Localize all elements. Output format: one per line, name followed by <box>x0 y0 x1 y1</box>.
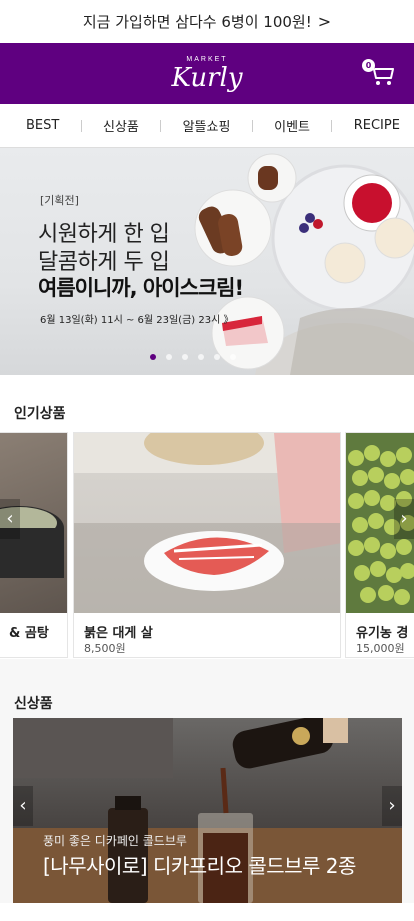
carousel-prev-button[interactable]: ‹ <box>13 786 33 826</box>
section-divider <box>0 659 414 693</box>
product-image <box>74 433 340 613</box>
new-products-title: 신상품 <box>14 696 53 712</box>
cart-button[interactable]: 0 <box>362 59 396 87</box>
nav-divider <box>251 119 253 132</box>
carousel-dot[interactable] <box>150 354 156 360</box>
banner-title: [나무사이로] 디카프리오 콜드브루 2종 <box>43 854 356 878</box>
chevron-right-icon: › <box>388 795 396 816</box>
carousel-dot[interactable] <box>166 354 172 360</box>
main-nav: BEST 신상품 알뜰쇼핑 이벤트 RECIPE <box>0 104 414 148</box>
carousel-dot[interactable] <box>214 354 220 360</box>
crab-meat-illustration <box>74 433 340 613</box>
product-name: 유기농 경 <box>356 626 409 641</box>
product-name: 붉은 대게 살 <box>84 626 153 641</box>
app-header: MARKET Kurly 0 <box>0 43 414 104</box>
nav-event[interactable]: 이벤트 <box>274 116 310 135</box>
nav-recipe[interactable]: RECIPE <box>354 118 400 133</box>
product-card[interactable]: & 곰탕 <box>0 432 68 658</box>
carousel-dot[interactable] <box>230 354 236 360</box>
nav-sale[interactable]: 알뜰쇼핑 <box>183 116 231 135</box>
chevron-left-icon: ‹ <box>19 795 27 816</box>
carousel-next-button[interactable]: › <box>382 786 402 826</box>
nav-divider <box>160 119 162 132</box>
promo-bar[interactable]: 지금 가입하면 삼다수 6병이 100원! > <box>0 0 414 43</box>
popular-title: 인기상품 <box>14 406 66 422</box>
carousel-dots[interactable] <box>150 354 236 360</box>
new-product-banner[interactable]: 풍미 좋은 디카페인 콜드브루 [나무사이로] 디카프리오 콜드브루 2종 <box>13 718 402 903</box>
promo-text: 지금 가입하면 삼다수 6병이 100원! <box>82 13 312 31</box>
cart-count-badge: 0 <box>362 59 375 72</box>
hero-tag: [기획전] <box>40 194 79 207</box>
chevron-left-icon: ‹ <box>6 508 14 529</box>
chevron-right-icon: > <box>317 12 332 31</box>
new-products-section: 신상품 풍미 좋은 디카페인 콜드브루 [나무사이로] 디카프리오 콜드브루 2… <box>0 693 414 903</box>
nav-divider <box>80 119 82 132</box>
kurly-logo[interactable]: MARKET Kurly <box>171 56 242 91</box>
carousel-dot[interactable] <box>182 354 188 360</box>
product-price: 8,500원 <box>84 642 126 655</box>
hero-date: 6월 13일(화) 11시 ~ 6월 23일(금) 23시 》 <box>40 315 234 326</box>
product-price: 15,000원 <box>356 642 405 655</box>
carousel-prev-button[interactable]: ‹ <box>0 499 20 539</box>
banner-subtitle: 풍미 좋은 디카페인 콜드브루 <box>43 834 187 848</box>
hero-headline: 여름이니까, 아이스크림! <box>38 276 244 300</box>
nav-new[interactable]: 신상품 <box>103 116 139 135</box>
product-card[interactable]: 붉은 대게 살 8,500원 <box>73 432 341 658</box>
product-card[interactable]: 유기농 경 15,000원 <box>345 432 414 658</box>
logo-title: Kurly <box>171 63 243 93</box>
popular-section: 인기상품 & 곰탕 붉은 대게 살 8,500원 유기농 경 15,000원 ‹… <box>0 375 414 659</box>
carousel-dot[interactable] <box>198 354 204 360</box>
logo-subtitle: MARKET <box>186 56 228 63</box>
nav-divider <box>331 119 333 132</box>
hero-banner[interactable]: [기획전] 시원하게 한 입 달콤하게 두 입 여름이니까, 아이스크림! 6월… <box>0 148 414 375</box>
product-name: & 곰탕 <box>9 626 49 641</box>
nav-best[interactable]: BEST <box>26 118 59 133</box>
carousel-next-button[interactable]: › <box>394 499 414 539</box>
chevron-right-icon: › <box>400 508 408 529</box>
